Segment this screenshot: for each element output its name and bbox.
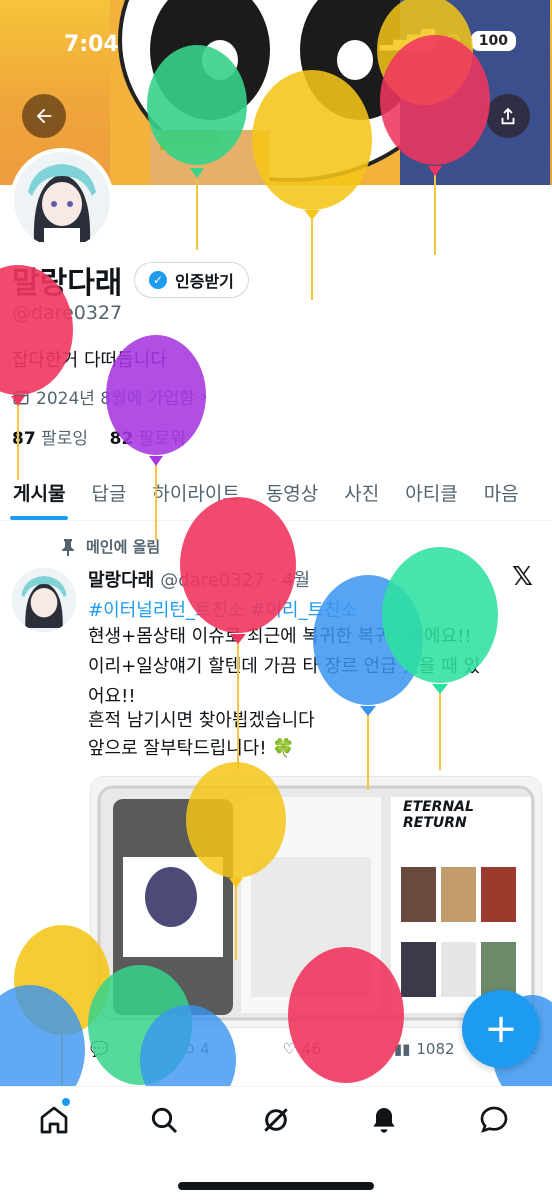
back-button[interactable] xyxy=(22,94,66,138)
signal-icon: ▂▄▆█ xyxy=(379,30,436,51)
tweet-text-line: 이리+일상얘기 할텐데 가끔 타 장르 언급 있을 때 있 xyxy=(88,656,481,677)
tweet-author-handle: @dare0327 xyxy=(160,570,265,591)
pin-icon xyxy=(62,538,74,556)
profile-name: 말랑다래 xyxy=(12,266,123,301)
retweet-button[interactable]: ⟲ 4 xyxy=(182,1040,210,1058)
get-verified-label: 인증받기 xyxy=(175,272,234,291)
tab-posts[interactable]: 게시물 xyxy=(0,468,78,520)
bell-icon xyxy=(373,1108,395,1133)
views-count: 1082 xyxy=(416,1040,455,1058)
tweet-text-line: 흔적 남기시면 찾아뵙겠습니다 xyxy=(88,710,315,731)
tab-photos[interactable]: 사진 xyxy=(331,468,392,516)
avatar-illustration xyxy=(14,152,110,248)
tweet-avatar-illustration xyxy=(12,568,76,632)
follow-counts: 87 팔로잉 82 팔로워 xyxy=(12,424,186,449)
reply-icon: 💬 xyxy=(90,1040,109,1058)
get-verified-button[interactable]: ✓ 인증받기 xyxy=(134,262,249,298)
nav-home[interactable] xyxy=(34,1100,74,1140)
pinned-text: 메인에 올림 xyxy=(86,538,161,556)
retweet-count: 4 xyxy=(200,1040,210,1058)
arrow-left-icon xyxy=(36,108,52,124)
home-icon xyxy=(40,1106,68,1134)
status-time: 7:04 xyxy=(64,32,119,57)
tweet-media-image[interactable]: ETERNAL RETURN xyxy=(90,776,542,1028)
tweet-text-line: 현생+몸상태 이슈로 최근에 복귀한 복귀뉴비에요!! xyxy=(88,626,472,647)
search-icon xyxy=(151,1107,178,1134)
tweet-hashtags[interactable]: #이터널리턴_트친소 #이리_트친소 xyxy=(88,596,357,622)
tweet-text-line: 앞으로 잘부탁드립니다! 🍀 xyxy=(88,738,295,759)
tab-highlights[interactable]: 하이라이트 xyxy=(139,468,252,516)
followers-link[interactable]: 82 팔로워 xyxy=(110,429,186,449)
home-indicator xyxy=(178,1182,374,1190)
tab-videos[interactable]: 동영상 xyxy=(253,468,331,516)
tab-likes[interactable]: 마음 xyxy=(471,468,532,516)
views-button[interactable]: ▮▮ 1082 xyxy=(394,1040,455,1058)
joined-text: 2024년 8월에 가입함 xyxy=(36,389,195,409)
following-label: 팔로잉 xyxy=(41,429,88,449)
tweet-header: 말랑다래 @dare0327 · 4월 xyxy=(88,566,310,592)
followers-count: 82 xyxy=(109,429,134,449)
message-icon xyxy=(480,1106,508,1133)
wifi-icon: ◠ xyxy=(445,30,461,51)
nav-messages[interactable] xyxy=(474,1100,514,1140)
following-count: 87 xyxy=(12,429,36,449)
x-logo-icon: 𝕏 xyxy=(512,562,533,592)
profile-handle: @dare0327 xyxy=(12,302,123,324)
retweet-icon: ⟲ xyxy=(181,1040,195,1058)
banner-illustration xyxy=(110,0,550,185)
profile-avatar[interactable] xyxy=(10,148,114,252)
share-icon xyxy=(501,107,515,125)
like-count: 46 xyxy=(301,1040,322,1058)
battery-icon: 100 xyxy=(470,30,516,51)
chevron-right-icon: › xyxy=(200,386,208,407)
nav-search[interactable] xyxy=(144,1100,184,1140)
followers-label: 팔로워 xyxy=(138,429,186,449)
like-button[interactable]: ♡ 46 xyxy=(282,1040,321,1058)
verified-badge-icon: ✓ xyxy=(149,271,167,289)
views-icon: ▮▮ xyxy=(393,1040,411,1058)
calendar-icon xyxy=(13,389,29,404)
tab-articles[interactable]: 아티클 xyxy=(392,468,470,516)
status-indicators: ▂▄▆█ ◠ 100 xyxy=(380,30,516,51)
tweet-author-name[interactable]: 말랑다래 xyxy=(88,566,154,592)
media-title-text: ETERNAL RETURN xyxy=(403,799,474,831)
tweet-author-avatar[interactable] xyxy=(12,568,76,632)
compose-button[interactable]: + xyxy=(462,990,540,1068)
plus-icon: + xyxy=(484,1006,518,1052)
share-button[interactable] xyxy=(486,94,530,138)
joined-date[interactable]: 2024년 8월에 가입함 › xyxy=(12,384,208,409)
grok-icon xyxy=(264,1108,288,1132)
nav-grok[interactable] xyxy=(256,1100,296,1140)
profile-tabs: 게시물 답글 하이라이트 동영상 사진 아티클 마음 xyxy=(0,468,552,521)
heart-icon: ♡ xyxy=(282,1040,296,1058)
tab-replies[interactable]: 답글 xyxy=(78,468,139,516)
profile-bio: 잡다한거 다떠듭니다 xyxy=(12,350,167,371)
pinned-label: 메인에 올림 xyxy=(60,536,160,557)
nav-notifications[interactable] xyxy=(364,1100,404,1140)
following-link[interactable]: 87 팔로잉 xyxy=(12,429,88,449)
tweet-time[interactable]: · 4월 xyxy=(271,566,310,592)
reply-button[interactable]: 💬 xyxy=(90,1040,109,1058)
